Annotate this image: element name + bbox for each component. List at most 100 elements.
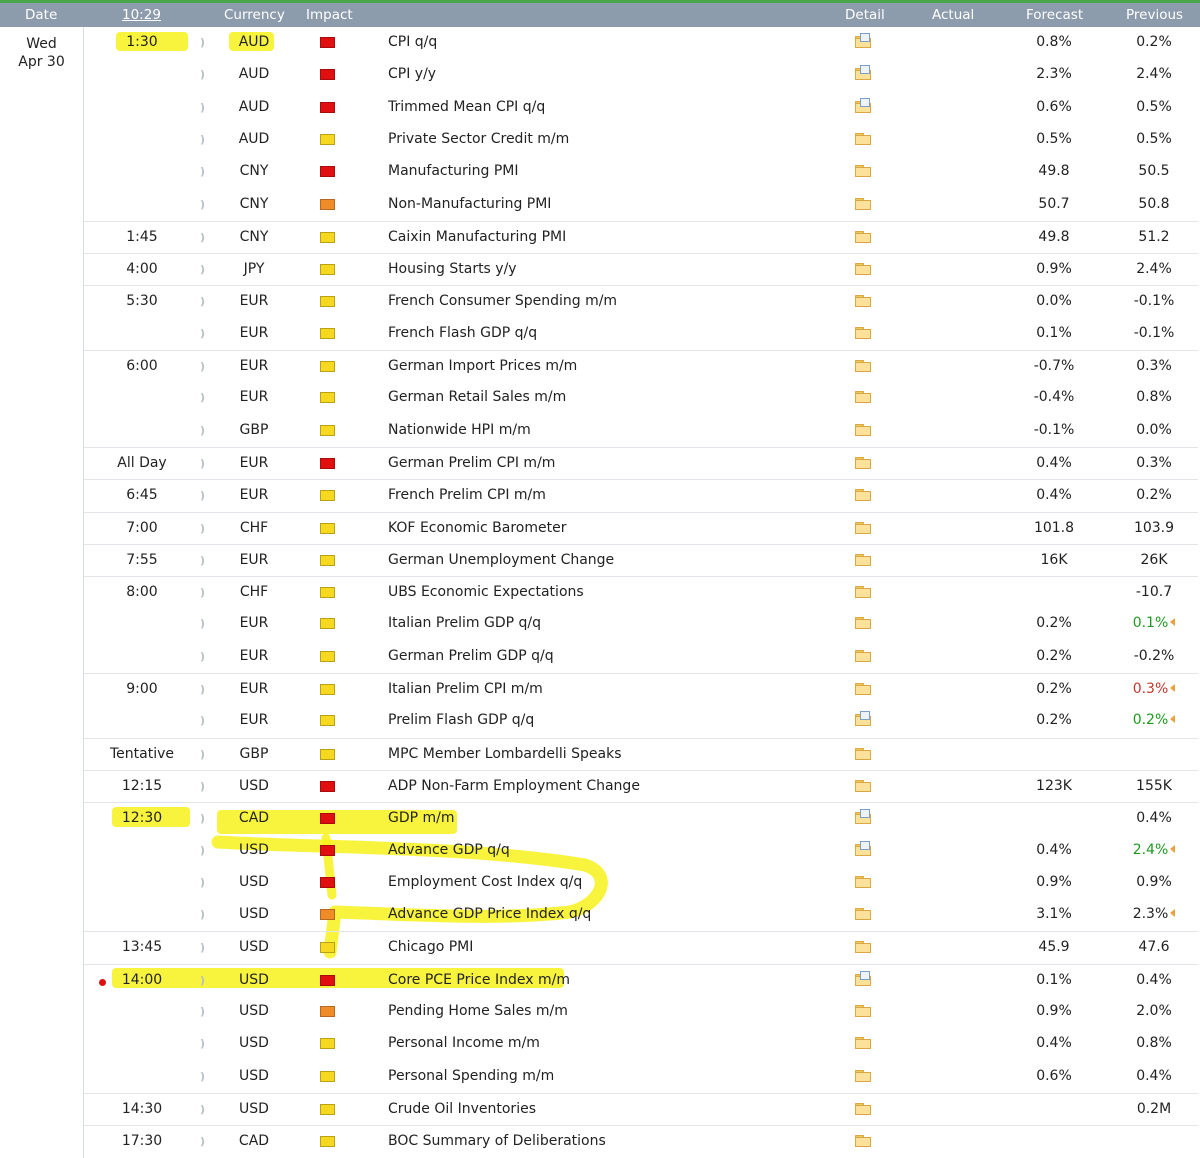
impact-icon[interactable] [320, 942, 336, 954]
speaker-icon[interactable]: ) [200, 615, 208, 631]
speaker-icon[interactable]: ) [200, 712, 208, 728]
speaker-icon[interactable]: ) [200, 163, 208, 179]
impact-icon[interactable] [320, 876, 336, 889]
event-title[interactable]: French Flash GDP q/q [388, 325, 537, 341]
detail-icon[interactable] [855, 1102, 873, 1117]
event-title[interactable]: MPC Member Lombardelli Speaks [388, 746, 622, 762]
detail-icon[interactable] [855, 683, 873, 697]
impact-icon[interactable] [320, 392, 336, 404]
event-row[interactable]: ) USD Personal Income m/m 0.4% 0.8% [84, 1028, 1198, 1060]
detail-icon[interactable] [855, 1135, 873, 1149]
event-title[interactable]: Nationwide HPI m/m [388, 422, 531, 438]
impact-icon[interactable] [320, 361, 336, 373]
detail-icon[interactable] [855, 747, 873, 762]
event-row[interactable]: ) USD Employment Cost Index q/q 0.9% 0.9% [84, 867, 1198, 899]
event-title[interactable]: BOC Summary of Deliberations [388, 1133, 606, 1149]
detail-icon[interactable] [855, 263, 873, 277]
event-title[interactable]: Core PCE Price Index m/m [388, 972, 570, 988]
revision-arrow-icon[interactable] [1170, 909, 1176, 918]
event-title[interactable]: Housing Starts y/y [388, 261, 517, 277]
detail-icon[interactable] [855, 423, 873, 438]
event-title[interactable]: Italian Prelim CPI m/m [388, 681, 543, 697]
event-title[interactable]: Personal Spending m/m [388, 1068, 554, 1084]
event-title[interactable]: CPI q/q [388, 34, 437, 50]
event-row[interactable]: 17:30) CAD BOC Summary of Deliberations [84, 1125, 1198, 1158]
event-row[interactable]: ) EUR Italian Prelim GDP q/q 0.2% 0.1% [84, 608, 1198, 640]
impact-icon[interactable] [320, 490, 336, 502]
event-title[interactable]: German Prelim CPI m/m [388, 455, 555, 471]
event-title[interactable]: KOF Economic Barometer [388, 520, 566, 536]
event-title[interactable]: Pending Home Sales m/m [388, 1003, 568, 1019]
impact-icon[interactable] [320, 296, 336, 308]
speaker-icon[interactable]: ) [200, 487, 208, 503]
detail-icon[interactable] [855, 809, 873, 826]
impact-icon[interactable] [320, 37, 336, 49]
event-row[interactable]: All Day) EUR German Prelim CPI m/m 0.4% 0.3% [84, 446, 1198, 480]
impact-icon[interactable] [320, 522, 336, 535]
speaker-icon[interactable]: ) [200, 972, 208, 988]
impact-icon[interactable] [320, 198, 336, 211]
impact-icon[interactable] [320, 715, 336, 727]
event-title[interactable]: German Import Prices m/m [388, 358, 577, 374]
impact-icon[interactable] [320, 587, 336, 599]
impact-icon[interactable] [320, 748, 336, 761]
impact-icon[interactable] [320, 650, 336, 663]
impact-icon[interactable] [320, 1006, 336, 1018]
speaker-icon[interactable]: ) [200, 584, 208, 600]
detail-icon[interactable] [855, 840, 873, 858]
detail-icon[interactable] [855, 65, 873, 82]
impact-icon[interactable] [320, 1070, 336, 1083]
speaker-icon[interactable]: ) [200, 778, 208, 794]
event-row[interactable]: ) USD Pending Home Sales m/m 0.9% 2.0% [84, 996, 1198, 1028]
event-row[interactable]: ) USD Advance GDP Price Index q/q 3.1% 2.3% [84, 899, 1198, 931]
speaker-icon[interactable]: ) [200, 34, 208, 50]
event-row[interactable]: 6:45) EUR French Prelim CPI m/m 0.4% 0.2% [84, 479, 1198, 512]
detail-icon[interactable] [855, 941, 873, 955]
speaker-icon[interactable]: ) [200, 906, 208, 922]
revision-arrow-icon[interactable] [1170, 684, 1176, 692]
impact-icon[interactable] [320, 844, 336, 857]
detail-icon[interactable] [855, 165, 873, 179]
event-title[interactable]: GDP m/m [388, 810, 455, 826]
detail-icon[interactable] [855, 295, 873, 309]
detail-icon[interactable] [855, 779, 873, 794]
speaker-icon[interactable]: ) [200, 520, 208, 536]
impact-icon[interactable] [320, 101, 336, 114]
impact-icon[interactable] [320, 133, 336, 146]
event-title[interactable]: German Prelim GDP q/q [388, 648, 554, 664]
event-title[interactable]: French Consumer Spending m/m [388, 293, 617, 309]
speaker-icon[interactable]: ) [200, 746, 208, 762]
detail-icon[interactable] [855, 197, 873, 212]
event-row[interactable]: 6:00) EUR German Import Prices m/m -0.7% 0.3… [84, 350, 1198, 383]
detail-icon[interactable] [855, 230, 873, 245]
event-row[interactable]: 9:00) EUR Italian Prelim CPI m/m 0.2% 0.3% [84, 673, 1198, 706]
speaker-icon[interactable]: ) [200, 325, 208, 341]
detail-icon[interactable] [855, 970, 873, 988]
event-row[interactable]: ) GBP Nationwide HPI m/m -0.1% 0.0% [84, 415, 1198, 447]
event-row[interactable]: 7:55) EUR German Unemployment Change 16K 26K [84, 543, 1198, 577]
event-row[interactable]: Tentative) GBP MPC Member Lombardelli Spea… [84, 737, 1198, 771]
event-row[interactable]: ) EUR Prelim Flash GDP q/q 0.2% 0.2% [84, 705, 1198, 737]
event-title[interactable]: French Prelim CPI m/m [388, 487, 546, 503]
impact-icon[interactable] [320, 166, 336, 178]
speaker-icon[interactable]: ) [200, 358, 208, 374]
revision-arrow-icon[interactable] [1170, 715, 1176, 724]
speaker-icon[interactable]: ) [200, 1003, 208, 1019]
event-title[interactable]: CPI y/y [388, 66, 436, 82]
header-current-time[interactable]: 10:29 [122, 7, 161, 23]
event-row[interactable]: ) EUR French Flash GDP q/q 0.1% -0.1% [84, 318, 1198, 350]
revision-arrow-icon[interactable] [1170, 844, 1176, 853]
speaker-icon[interactable]: ) [200, 1101, 208, 1117]
event-title[interactable]: Advance GDP q/q [388, 842, 510, 858]
impact-icon[interactable] [320, 813, 336, 825]
event-row[interactable]: 1:30) AUD CPI q/q 0.8% 0.2% [84, 27, 1198, 59]
event-row[interactable]: ) AUD CPI y/y 2.3% 2.4% [84, 59, 1198, 91]
event-row[interactable]: ) EUR German Retail Sales m/m -0.4% 0.8% [84, 382, 1198, 414]
event-row[interactable]: ) AUD Private Sector Credit m/m 0.5% 0.5% [84, 124, 1198, 156]
detail-icon[interactable] [855, 711, 873, 728]
impact-icon[interactable] [320, 1136, 336, 1148]
detail-icon[interactable] [855, 649, 873, 664]
speaker-icon[interactable]: ) [200, 648, 208, 664]
event-title[interactable]: Manufacturing PMI [388, 163, 518, 179]
impact-icon[interactable] [320, 909, 336, 921]
